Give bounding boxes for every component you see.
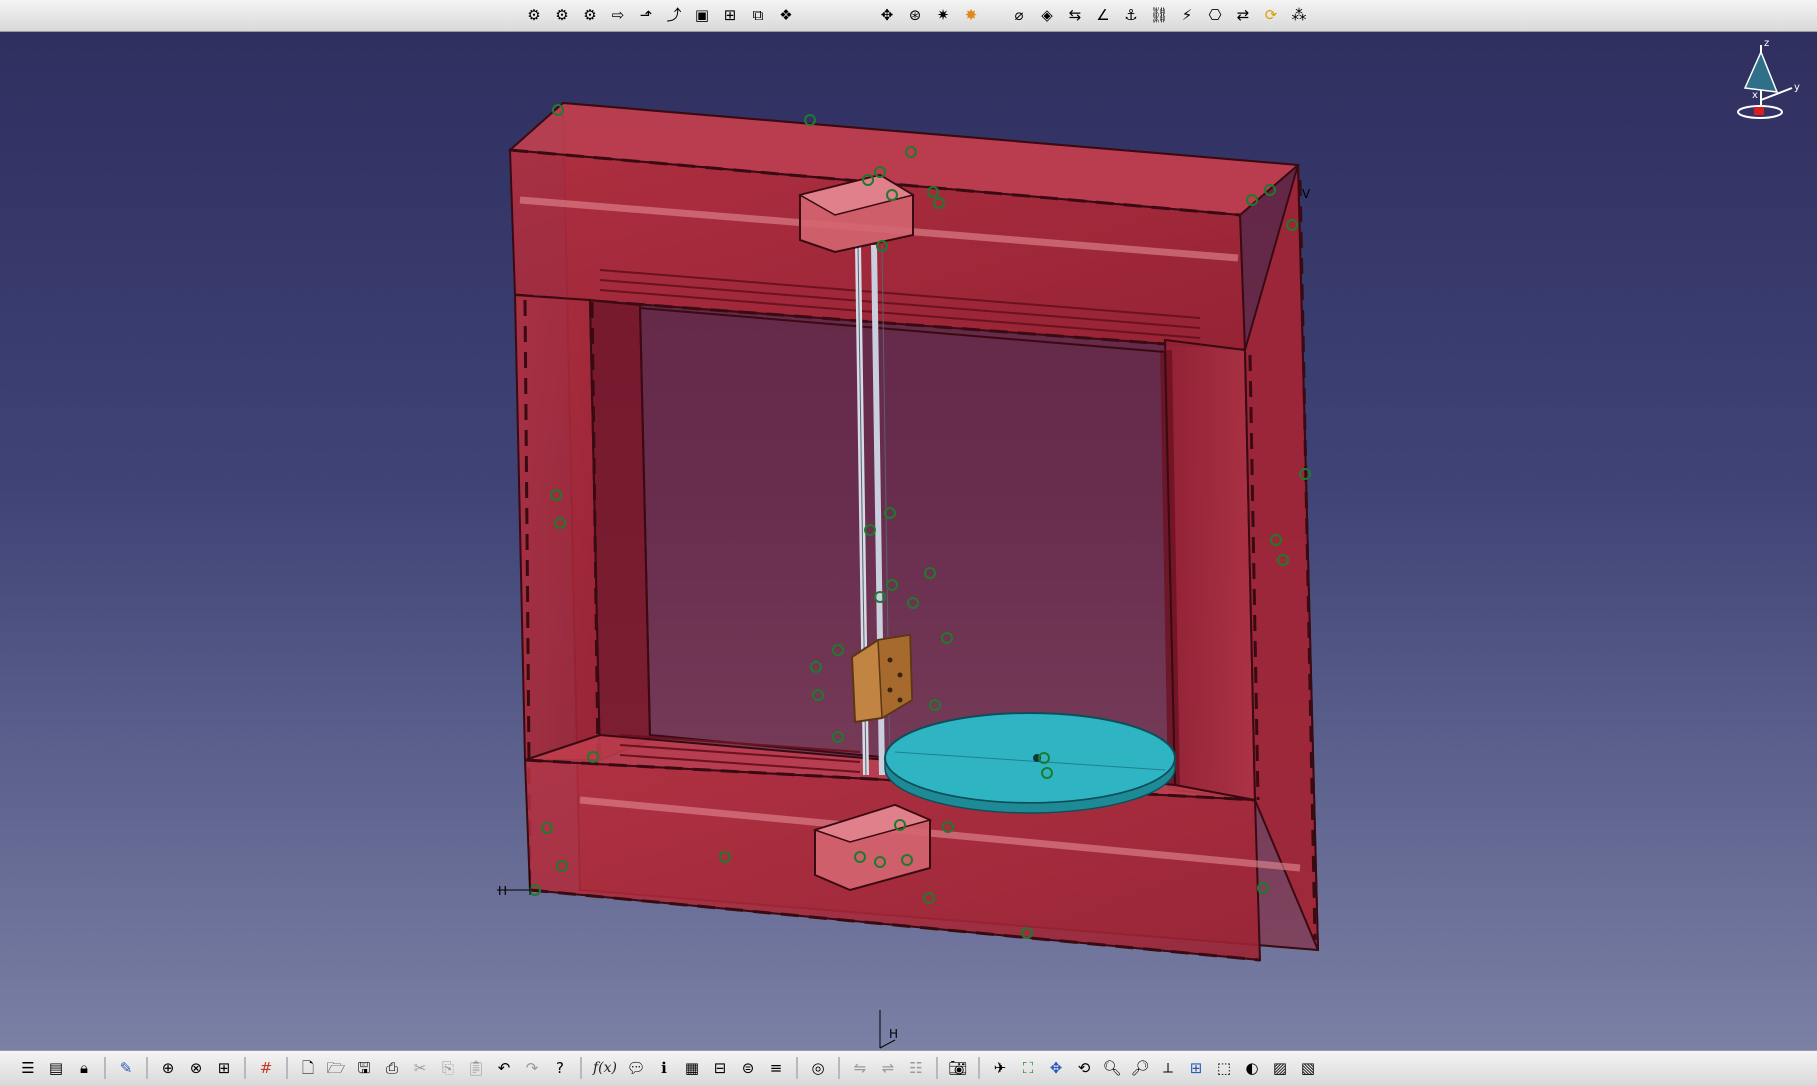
lock-parameter-icon[interactable]: ⊜ [736, 1056, 760, 1080]
new-icon[interactable]: 🗋︎ [296, 1056, 320, 1080]
hide-show-space-icon[interactable]: ▨ [1268, 1056, 1292, 1080]
frame-opening [638, 306, 1177, 787]
toolbar-separator [838, 1057, 840, 1079]
model-render: H V H z x y [497, 38, 1800, 1049]
flexible-rigid-icon[interactable]: ⎔ [1203, 3, 1227, 27]
update-icon[interactable]: ⟳ [1259, 3, 1283, 27]
multi-view-icon[interactable]: ⊞ [1184, 1056, 1208, 1080]
turntable-disc[interactable] [884, 712, 1176, 814]
reuse-pattern-icon[interactable]: ⁂ [1287, 3, 1311, 27]
fast-multi-instantiation-icon[interactable]: ❖ [774, 3, 798, 27]
table-icon[interactable]: ▦ [680, 1056, 704, 1080]
measure-inertia-icon[interactable]: ⊞ [212, 1056, 236, 1080]
multi-instantiation-icon[interactable]: ⧉ [746, 3, 770, 27]
toolbar-separator [286, 1057, 288, 1079]
compass-x-label: x [1752, 90, 1758, 101]
manage-representations-icon[interactable]: ⊞ [718, 3, 742, 27]
snap-icon[interactable]: ⊛ [903, 3, 927, 27]
top-toolbar: ⚙ ⚙ ⚙ ⇨ ⬏ ⤴ ▣ ⊞ ⧉ ❖ ✥ ⊛ ✷ ✸ ⌀ ◈ ⇆ ∠ ⚓ ⛓ … [0, 0, 1817, 32]
lock-icon[interactable]: 🔒︎ [72, 1056, 96, 1080]
sketcher-icon[interactable]: ✎ [114, 1056, 138, 1080]
zoom-out-icon[interactable]: 🔎︎ [1128, 1056, 1152, 1080]
normal-view-icon[interactable]: ⟂ [1156, 1056, 1180, 1080]
contact-constraint-icon[interactable]: ◈ [1035, 3, 1059, 27]
origin-label-v: V [1302, 187, 1311, 201]
zoom-in-icon[interactable]: 🔍︎ [1100, 1056, 1124, 1080]
fix-together-icon[interactable]: ⛓ [1147, 3, 1171, 27]
comment-icon[interactable]: 💬︎ [624, 1056, 648, 1080]
explode-icon[interactable]: ✷ [931, 3, 955, 27]
capture-icon[interactable]: 📷︎ [946, 1056, 970, 1080]
replace-component-icon[interactable]: ⇨ [606, 3, 630, 27]
origin-label-h: H [498, 884, 507, 898]
undo-icon[interactable]: ↶ [492, 1056, 516, 1080]
quick-constraint-icon[interactable]: ⚡ [1175, 3, 1199, 27]
view-mode-icon[interactable]: ▧ [1296, 1056, 1320, 1080]
graph-tree-reorder-icon[interactable]: ⬏ [634, 3, 658, 27]
toolbar-separator [104, 1057, 106, 1079]
existing-component-icon[interactable]: ⚙ [578, 3, 602, 27]
screen-axis-marker: H [879, 1010, 898, 1049]
selective-load-icon[interactable]: ▣ [690, 3, 714, 27]
toolbar-separator [146, 1057, 148, 1079]
bottom-toolbar: ☰ ▤ 🔒︎ ✎ ⊕ ⊗ ⊞ # 🗋︎ 🗁︎ 🖫︎ ⎙ ✂ ⎘ 📋︎ ↶ ↷ ?… [0, 1050, 1817, 1086]
shading-icon[interactable]: ◐ [1240, 1056, 1264, 1080]
save-icon[interactable]: 🖫︎ [352, 1056, 376, 1080]
info-icon[interactable]: ℹ [652, 1056, 676, 1080]
rotate-icon[interactable]: ⟲ [1072, 1056, 1096, 1080]
fly-mode-icon[interactable]: ✈ [988, 1056, 1012, 1080]
pan-icon[interactable]: ✥ [1044, 1056, 1068, 1080]
toolbar-separator [936, 1057, 938, 1079]
toolbar-separator [978, 1057, 980, 1079]
swap-visible-space-icon[interactable]: ◎ [806, 1056, 830, 1080]
offset-constraint-icon[interactable]: ⇆ [1063, 3, 1087, 27]
paste-icon[interactable]: 📋︎ [464, 1056, 488, 1080]
compass-widget[interactable]: z x y [1737, 38, 1800, 119]
knowledge-toolbar: ☰ ▤ 🔒︎ ✎ ⊕ ⊗ ⊞ # 🗋︎ 🗁︎ 🖫︎ ⎙ ✂ ⎘ 📋︎ ↶ ↷ ?… [16, 1056, 1320, 1080]
toolbar-separator [796, 1057, 798, 1079]
print-icon[interactable]: ⎙ [380, 1056, 404, 1080]
swap-icon[interactable]: ⇌ [876, 1056, 900, 1080]
constraints-toolbar: ⌀ ◈ ⇆ ∠ ⚓ ⛓ ⚡ ⎔ ⇄ ⟳ ⁂ [1007, 3, 1311, 27]
fix-component-icon[interactable]: ⚓ [1119, 3, 1143, 27]
cut-icon[interactable]: ✂ [408, 1056, 432, 1080]
component-icon[interactable]: ⚙ [550, 3, 574, 27]
knowledge-icon[interactable]: ▤ [44, 1056, 68, 1080]
hide-show-icon[interactable]: ⇋ [848, 1056, 872, 1080]
measure-between-icon[interactable]: ⊕ [156, 1056, 180, 1080]
law-icon[interactable]: ≡ [764, 1056, 788, 1080]
design-table-icon[interactable]: ⊟ [708, 1056, 732, 1080]
generate-numbering-icon[interactable]: ⤴ [662, 3, 686, 27]
formula-icon[interactable]: f(x) [590, 1056, 620, 1080]
measure-item-icon[interactable]: ⊗ [184, 1056, 208, 1080]
properties-icon[interactable]: ☷ [904, 1056, 928, 1080]
angle-constraint-icon[interactable]: ∠ [1091, 3, 1115, 27]
catalog-browser-icon[interactable]: ☰ [16, 1056, 40, 1080]
copy-icon[interactable]: ⎘ [436, 1056, 460, 1080]
stop-manipulate-icon[interactable]: ✸ [959, 3, 983, 27]
3d-viewport[interactable]: H V H z x y [0, 31, 1817, 1050]
grid-icon[interactable]: # [254, 1056, 278, 1080]
move-toolbar: ✥ ⊛ ✷ ✸ [875, 3, 983, 27]
toolbar-separator [580, 1057, 582, 1079]
product-structure-toolbar: ⚙ ⚙ ⚙ ⇨ ⬏ ⤴ ▣ ⊞ ⧉ ❖ [522, 3, 798, 27]
change-constraint-icon[interactable]: ⇄ [1231, 3, 1255, 27]
open-icon[interactable]: 🗁︎ [324, 1056, 348, 1080]
fit-all-icon[interactable]: ⛶ [1016, 1056, 1040, 1080]
manipulation-icon[interactable]: ✥ [875, 3, 899, 27]
screen-axis-label: H [889, 1027, 898, 1041]
compass-y-label: y [1794, 82, 1800, 93]
product-icon[interactable]: ⚙ [522, 3, 546, 27]
redo-icon[interactable]: ↷ [520, 1056, 544, 1080]
iso-view-icon[interactable]: ⬚ [1212, 1056, 1236, 1080]
toolbar-separator [244, 1057, 246, 1079]
compass-z-label: z [1764, 38, 1769, 49]
whats-this-icon[interactable]: ? [548, 1056, 572, 1080]
coincidence-constraint-icon[interactable]: ⌀ [1007, 3, 1031, 27]
